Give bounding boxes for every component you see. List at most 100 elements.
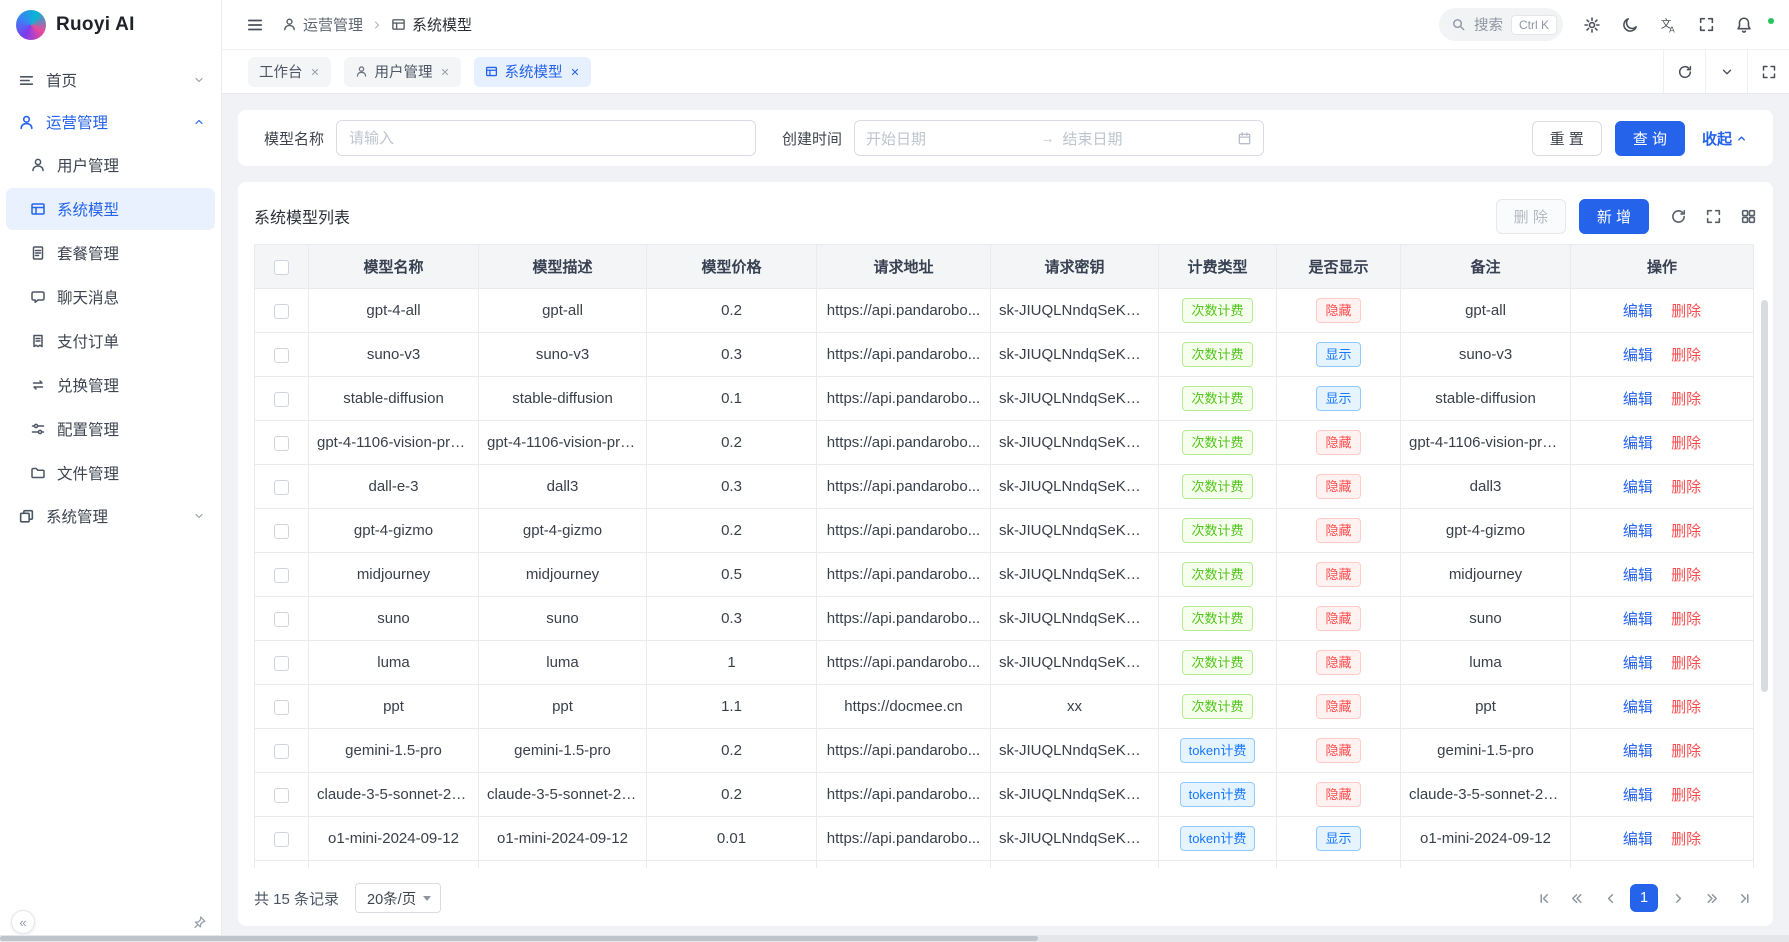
- edit-link[interactable]: 编辑: [1623, 787, 1653, 804]
- column-settings-icon[interactable]: [1740, 208, 1757, 225]
- delete-link[interactable]: 删除: [1671, 567, 1701, 584]
- query-button[interactable]: 查 询: [1615, 121, 1685, 156]
- row-checkbox[interactable]: [274, 480, 289, 495]
- global-search-input[interactable]: 搜索 Ctrl K: [1439, 8, 1563, 41]
- model-name-input[interactable]: [336, 120, 756, 156]
- sidebar-item-system-management[interactable]: 系统管理: [6, 496, 215, 536]
- app-logo[interactable]: Ruoyi AI: [0, 0, 221, 50]
- table-row[interactable]: gpt-4-1106-vision-pre... gpt-4-1106-visi…: [255, 421, 1754, 465]
- edit-link[interactable]: 编辑: [1623, 567, 1653, 584]
- breadcrumb-item-system-model[interactable]: 系统模型: [391, 14, 472, 35]
- sidebar-item-home[interactable]: 首页: [6, 60, 215, 100]
- sidebar-item-config-management[interactable]: 配置管理: [6, 408, 215, 450]
- row-checkbox[interactable]: [274, 524, 289, 539]
- edit-link[interactable]: 编辑: [1623, 523, 1653, 540]
- fullscreen-icon[interactable]: [1689, 8, 1723, 42]
- refresh-icon[interactable]: [1670, 208, 1687, 225]
- chevron-down-icon[interactable]: [1705, 50, 1747, 93]
- edit-link[interactable]: 编辑: [1623, 391, 1653, 408]
- sidebar-collapse-button[interactable]: «: [11, 910, 35, 934]
- collapse-filter-link[interactable]: 收起: [1702, 128, 1747, 149]
- delete-link[interactable]: 删除: [1671, 479, 1701, 496]
- row-checkbox[interactable]: [274, 744, 289, 759]
- edit-link[interactable]: 编辑: [1623, 655, 1653, 672]
- row-checkbox[interactable]: [274, 568, 289, 583]
- next-jump-icon[interactable]: [1698, 885, 1724, 911]
- delete-link[interactable]: 删除: [1671, 611, 1701, 628]
- row-checkbox[interactable]: [274, 656, 289, 671]
- sidebar-item-payment-orders[interactable]: 支付订单: [6, 320, 215, 362]
- edit-link[interactable]: 编辑: [1623, 831, 1653, 848]
- dark-mode-moon-icon[interactable]: [1613, 8, 1647, 42]
- edit-link[interactable]: 编辑: [1623, 699, 1653, 716]
- table-row[interactable]: ppt ppt 1.1 https://docmee.cn xx 次数计费 隐藏…: [255, 685, 1754, 729]
- first-page-icon[interactable]: [1531, 885, 1557, 911]
- table-row[interactable]: stable-diffusion stable-diffusion 0.1 ht…: [255, 377, 1754, 421]
- sidebar-item-exchange-management[interactable]: 兑换管理: [6, 364, 215, 406]
- delete-link[interactable]: 删除: [1671, 435, 1701, 452]
- delete-link[interactable]: 删除: [1671, 347, 1701, 364]
- reset-button[interactable]: 重 置: [1532, 121, 1602, 156]
- close-icon[interactable]: [310, 67, 320, 77]
- row-checkbox[interactable]: [274, 612, 289, 627]
- refresh-icon[interactable]: [1663, 50, 1705, 93]
- edit-link[interactable]: 编辑: [1623, 303, 1653, 320]
- table-row[interactable]: gpt-4-gizmo gpt-4-gizmo 0.2 https://api.…: [255, 509, 1754, 553]
- tab-user-management[interactable]: 用户管理: [344, 57, 461, 87]
- row-checkbox[interactable]: [274, 304, 289, 319]
- sidebar-item-system-model[interactable]: 系统模型: [6, 188, 215, 230]
- sidebar-item-file-management[interactable]: 文件管理: [6, 452, 215, 494]
- delete-link[interactable]: 删除: [1671, 743, 1701, 760]
- content-fullscreen-icon[interactable]: [1747, 50, 1789, 93]
- table-row[interactable]: luma luma 1 https://api.pandarobo... sk-…: [255, 641, 1754, 685]
- row-checkbox[interactable]: [274, 348, 289, 363]
- horizontal-scrollbar[interactable]: [0, 935, 1789, 942]
- table-row[interactable]: claude-3-5-sonnet-20... claude-3-5-sonne…: [255, 773, 1754, 817]
- batch-delete-button[interactable]: 删 除: [1496, 199, 1566, 234]
- table-fullscreen-icon[interactable]: [1705, 208, 1722, 225]
- delete-link[interactable]: 删除: [1671, 655, 1701, 672]
- delete-link[interactable]: 删除: [1671, 303, 1701, 320]
- horizontal-scrollbar-thumb[interactable]: [0, 936, 1038, 941]
- table-row[interactable]: o1-mini-2024-09-12 o1-mini-2024-09-12 0.…: [255, 817, 1754, 861]
- table-vertical-scrollbar[interactable]: [1761, 300, 1768, 692]
- date-range-picker[interactable]: 开始日期 → 结束日期: [854, 120, 1264, 156]
- edit-link[interactable]: 编辑: [1623, 611, 1653, 628]
- edit-link[interactable]: 编辑: [1623, 479, 1653, 496]
- delete-link[interactable]: 删除: [1671, 391, 1701, 408]
- notification-bell-icon[interactable]: [1727, 8, 1761, 42]
- row-checkbox[interactable]: [274, 436, 289, 451]
- tab-workbench[interactable]: 工作台: [248, 57, 331, 87]
- edit-link[interactable]: 编辑: [1623, 743, 1653, 760]
- table-row[interactable]: suno-v3 suno-v3 0.3 https://api.pandarob…: [255, 333, 1754, 377]
- table-row[interactable]: dall-e-3 dall3 0.3 https://api.pandarobo…: [255, 465, 1754, 509]
- language-translate-icon[interactable]: 文A: [1651, 8, 1685, 42]
- prev-page-icon[interactable]: [1597, 885, 1623, 911]
- sidebar-item-chat-messages[interactable]: 聊天消息: [6, 276, 215, 318]
- delete-link[interactable]: 删除: [1671, 699, 1701, 716]
- pin-icon[interactable]: [192, 915, 207, 930]
- row-checkbox[interactable]: [274, 832, 289, 847]
- edit-link[interactable]: 编辑: [1623, 435, 1653, 452]
- delete-link[interactable]: 删除: [1671, 787, 1701, 804]
- table-row[interactable]: midjourney midjourney 0.5 https://api.pa…: [255, 553, 1754, 597]
- prev-jump-icon[interactable]: [1564, 885, 1590, 911]
- breadcrumb-item-operations[interactable]: 运营管理: [282, 14, 363, 35]
- close-icon[interactable]: [570, 67, 580, 77]
- table-row[interactable]: gpt-4-all gpt-all 0.2 https://api.pandar…: [255, 289, 1754, 333]
- select-all-checkbox[interactable]: [274, 260, 289, 275]
- sidebar-item-package-management[interactable]: 套餐管理: [6, 232, 215, 274]
- page-size-select[interactable]: 20条/页: [355, 883, 441, 913]
- hamburger-menu-icon[interactable]: [238, 8, 272, 42]
- end-date-input[interactable]: 结束日期: [1063, 128, 1230, 149]
- start-date-input[interactable]: 开始日期: [866, 128, 1033, 149]
- next-page-icon[interactable]: [1665, 885, 1691, 911]
- close-icon[interactable]: [440, 67, 450, 77]
- row-checkbox[interactable]: [274, 788, 289, 803]
- add-button[interactable]: 新 增: [1579, 199, 1649, 234]
- sidebar-item-operations[interactable]: 运营管理: [6, 102, 215, 142]
- edit-link[interactable]: 编辑: [1623, 347, 1653, 364]
- tab-system-model[interactable]: 系统模型: [474, 57, 591, 87]
- delete-link[interactable]: 删除: [1671, 831, 1701, 848]
- row-checkbox[interactable]: [274, 392, 289, 407]
